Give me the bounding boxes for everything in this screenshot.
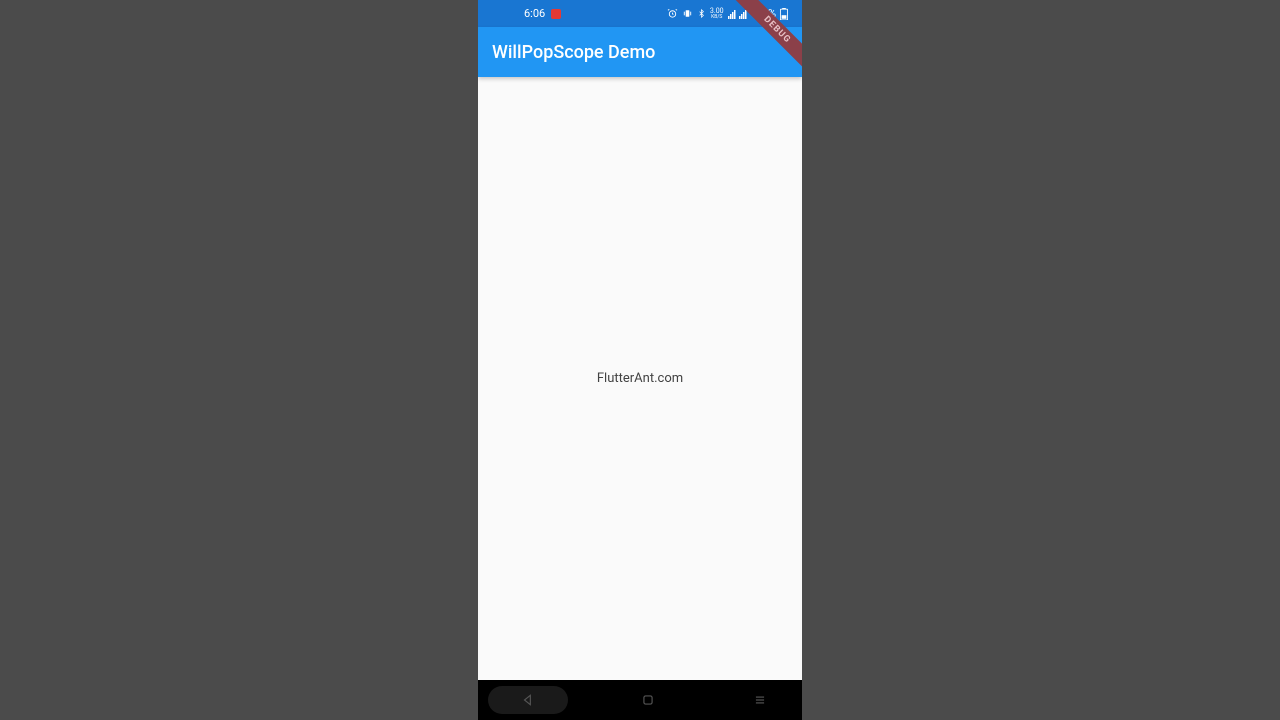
battery-icon bbox=[780, 8, 788, 20]
recents-menu-icon bbox=[753, 693, 767, 707]
app-bar-title: WillPopScope Demo bbox=[492, 42, 655, 63]
phone-frame: DEBUG 6:06 3.00 KB/S bbox=[478, 0, 802, 720]
body-text: FlutterAnt.com bbox=[597, 371, 683, 386]
status-bar[interactable]: 6:06 3.00 KB/S 46% bbox=[478, 0, 802, 27]
status-time: 6:06 bbox=[492, 7, 545, 20]
vibrate-icon bbox=[682, 8, 693, 19]
android-nav-bar bbox=[478, 680, 802, 720]
status-right: 3.00 KB/S 46% bbox=[667, 7, 788, 20]
app-body: FlutterAnt.com bbox=[478, 77, 802, 680]
alarm-icon bbox=[667, 8, 678, 19]
nav-recents-button[interactable] bbox=[728, 686, 792, 714]
recording-indicator-icon bbox=[551, 9, 561, 19]
status-left: 6:06 bbox=[492, 7, 561, 20]
bluetooth-icon bbox=[697, 8, 706, 19]
back-triangle-icon bbox=[521, 693, 535, 707]
battery-percent: 46% bbox=[756, 7, 776, 20]
home-square-icon bbox=[641, 693, 655, 707]
app-bar: WillPopScope Demo bbox=[478, 27, 802, 77]
signal-bars-icon bbox=[728, 8, 752, 19]
nav-back-button[interactable] bbox=[488, 686, 568, 714]
data-rate: 3.00 KB/S bbox=[710, 8, 724, 20]
nav-home-button[interactable] bbox=[616, 686, 680, 714]
